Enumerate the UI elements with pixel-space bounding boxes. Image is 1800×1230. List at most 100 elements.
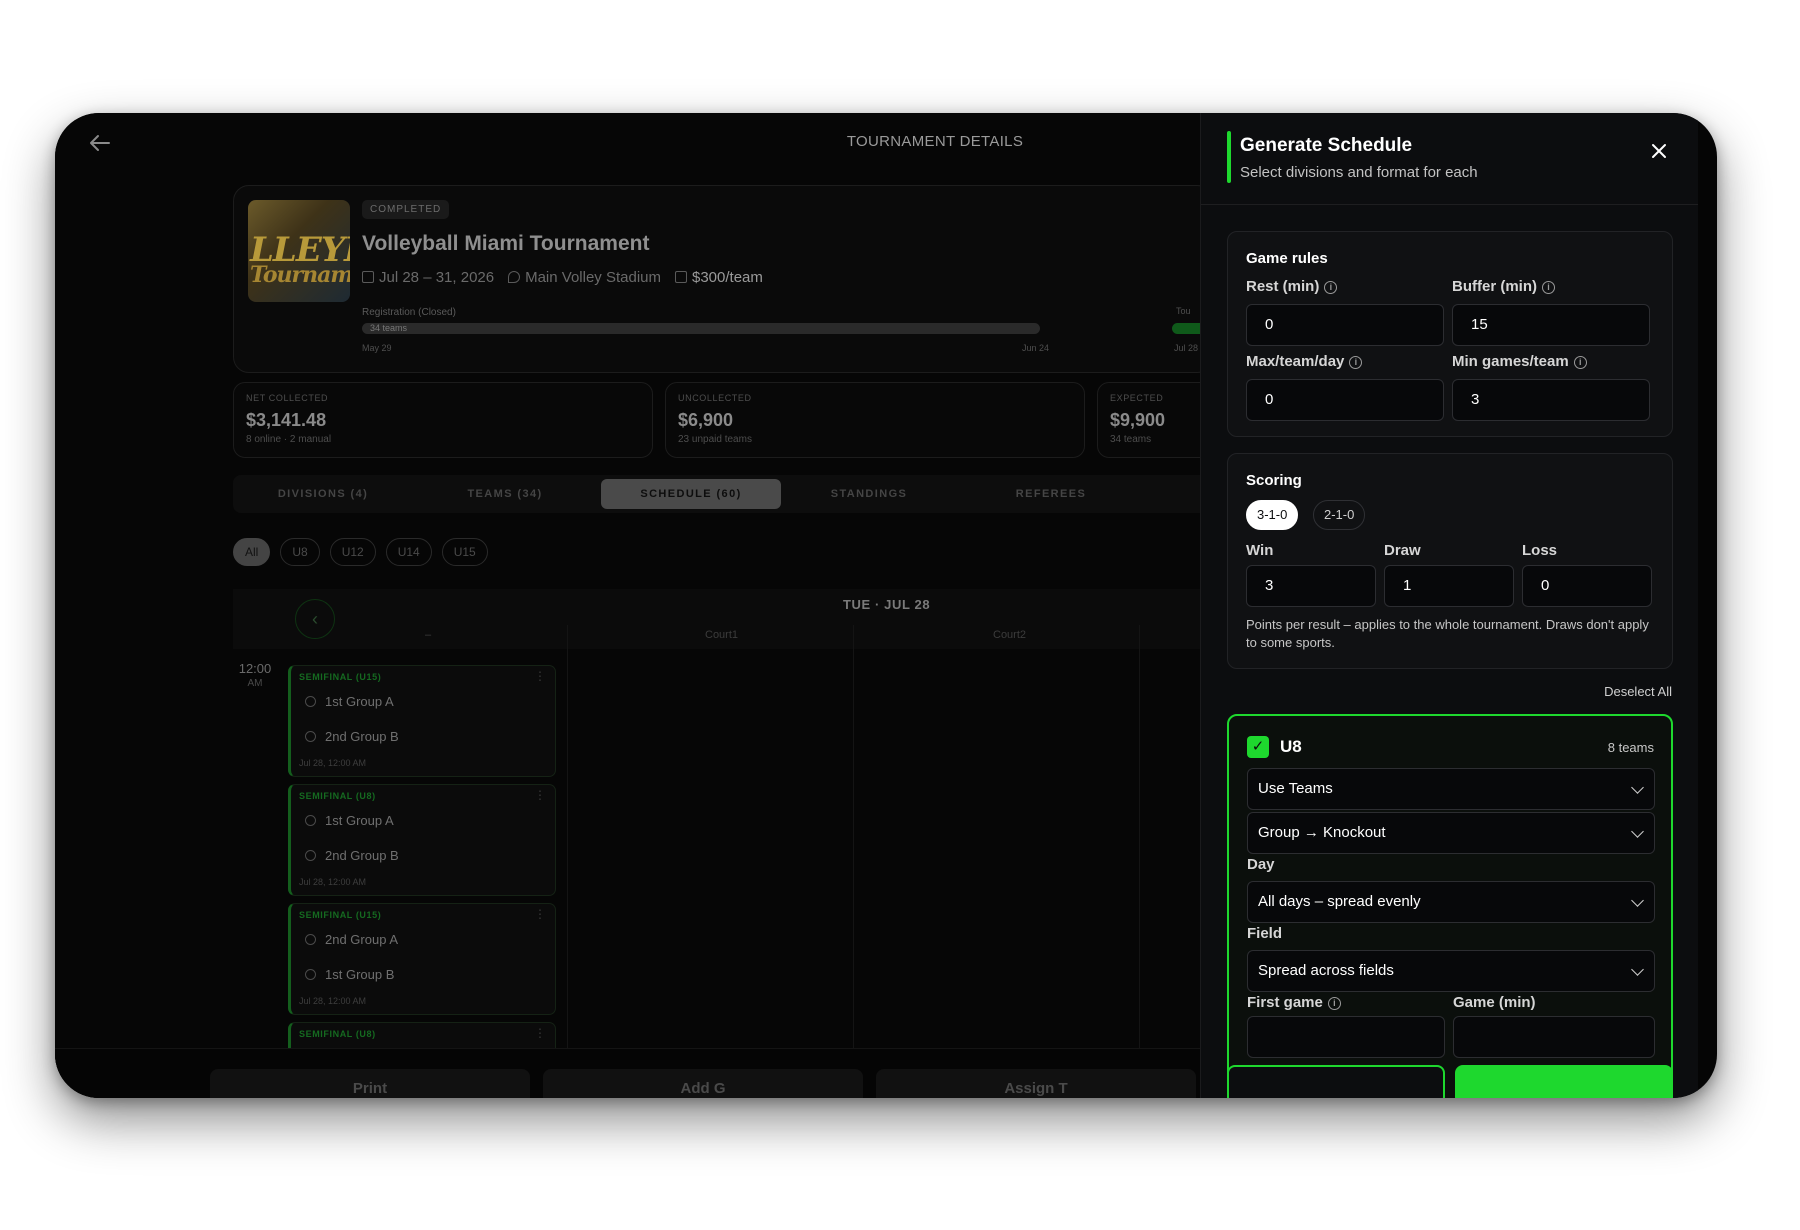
volleyball-icon bbox=[305, 815, 316, 826]
volleyball-icon bbox=[305, 696, 316, 707]
team-name: 1st Group B bbox=[325, 967, 395, 982]
more-options-icon[interactable]: ⋮ bbox=[534, 788, 546, 802]
column-header: – bbox=[425, 629, 432, 641]
chevron-down-icon bbox=[1631, 825, 1644, 838]
chevron-down-icon bbox=[1631, 781, 1644, 794]
page-title: TOURNAMENT DETAILS bbox=[846, 133, 1024, 150]
timeline-date: Jul 28 bbox=[1174, 343, 1199, 353]
rest-label: Rest (min) i bbox=[1246, 278, 1338, 295]
tab-divisions[interactable]: DIVISIONS (4) bbox=[233, 475, 413, 513]
division-filter: All U8 U12 U14 U15 bbox=[233, 538, 488, 566]
app-window: TOURNAMENT DETAILS LLEYBI Tourname COMPL… bbox=[55, 113, 1717, 1098]
win-points-input[interactable]: 3 bbox=[1246, 565, 1376, 607]
win-label: Win bbox=[1246, 542, 1274, 559]
chevron-left-icon: ‹ bbox=[312, 609, 318, 629]
rest-input[interactable]: 0 bbox=[1246, 304, 1444, 346]
time-period: AM bbox=[247, 678, 263, 689]
stat-label: EXPECTED bbox=[1110, 393, 1164, 403]
filter-chip-u14[interactable]: U14 bbox=[385, 538, 432, 566]
division-checkbox[interactable]: ✓ bbox=[1247, 736, 1269, 758]
format-select[interactable]: Group → Knockout bbox=[1247, 812, 1655, 854]
info-icon[interactable]: i bbox=[1542, 281, 1555, 294]
secondary-action-button[interactable] bbox=[1227, 1065, 1445, 1098]
tournament-label: Tou bbox=[1176, 306, 1191, 316]
column-header: Court1 bbox=[705, 629, 739, 641]
tournament-dates: Jul 28 – 31, 2026 bbox=[379, 269, 495, 286]
panel-subtitle: Select divisions and format for each bbox=[1240, 164, 1478, 181]
tab-teams[interactable]: TEAMS (34) bbox=[415, 475, 595, 513]
filter-chip-u8[interactable]: U8 bbox=[280, 538, 320, 566]
draw-points-input[interactable]: 1 bbox=[1384, 565, 1514, 607]
filter-chip-u15[interactable]: U15 bbox=[441, 538, 488, 566]
tournament-name: Volleyball Miami Tournament bbox=[362, 232, 650, 255]
filter-chip-all[interactable]: All bbox=[233, 538, 271, 566]
stat-sub: 34 teams bbox=[1110, 434, 1152, 445]
info-icon[interactable]: i bbox=[1573, 356, 1587, 369]
min-games-team-input[interactable]: 3 bbox=[1452, 379, 1650, 421]
day-select[interactable]: All days – spread evenly bbox=[1247, 881, 1655, 923]
assign-teams-button[interactable]: Assign T bbox=[876, 1069, 1196, 1098]
accent-bar bbox=[1227, 131, 1231, 183]
game-min-label: Game (min) bbox=[1453, 994, 1536, 1011]
loss-label: Loss bbox=[1522, 542, 1558, 559]
team-name: 2nd Group B bbox=[325, 848, 399, 863]
tab-referees[interactable]: REFEREES bbox=[961, 475, 1141, 513]
match-card[interactable]: SEMIFINAL (U8) ⋮ 1st Group A 2nd Group B… bbox=[288, 784, 556, 896]
tab-schedule[interactable]: SCHEDULE (60) bbox=[601, 479, 781, 509]
game-duration-input[interactable] bbox=[1453, 1016, 1655, 1058]
tournament-thumbnail: LLEYBI Tourname bbox=[248, 200, 350, 302]
stat-label: UNCOLLECTED bbox=[678, 393, 752, 403]
loss-points-input[interactable]: 0 bbox=[1522, 565, 1652, 607]
scoring-preset-2-1-0[interactable]: 2-1-0 bbox=[1313, 500, 1366, 530]
team-source-select[interactable]: Use Teams bbox=[1247, 768, 1655, 810]
close-icon bbox=[1652, 144, 1666, 158]
chevron-down-icon bbox=[1631, 963, 1644, 976]
timeline-date: May 29 bbox=[362, 343, 392, 353]
calendar-icon bbox=[362, 271, 374, 283]
filter-chip-u12[interactable]: U12 bbox=[329, 538, 376, 566]
info-icon[interactable]: i bbox=[1349, 356, 1363, 369]
match-card[interactable]: SEMIFINAL (U15) ⋮ 2nd Group A 1st Group … bbox=[288, 903, 556, 1015]
status-badge: COMPLETED bbox=[362, 200, 450, 219]
first-game-input[interactable] bbox=[1247, 1016, 1445, 1058]
match-title: SEMIFINAL (U15) bbox=[299, 910, 382, 920]
column-header: Court2 bbox=[993, 629, 1027, 641]
timeline-date: Jun 24 bbox=[1022, 343, 1050, 353]
match-card[interactable]: SEMIFINAL (U15) ⋮ 1st Group A 2nd Group … bbox=[288, 665, 556, 777]
select-value: All days – spread evenly bbox=[1258, 893, 1421, 910]
match-title: SEMIFINAL (U8) bbox=[299, 1029, 376, 1039]
calendar-date: TUE · JUL 28 bbox=[843, 597, 931, 612]
registration-label: Registration (Closed) bbox=[362, 307, 456, 318]
more-options-icon[interactable]: ⋮ bbox=[534, 669, 546, 683]
min-label: Min games/team i bbox=[1452, 353, 1587, 370]
back-button[interactable] bbox=[79, 127, 119, 159]
buffer-input[interactable]: 15 bbox=[1452, 304, 1650, 346]
close-button[interactable] bbox=[1643, 135, 1675, 167]
info-icon[interactable]: i bbox=[1324, 281, 1338, 294]
buffer-label: Buffer (min) i bbox=[1452, 278, 1555, 295]
more-options-icon[interactable]: ⋮ bbox=[534, 1026, 546, 1040]
generate-button[interactable] bbox=[1455, 1065, 1673, 1098]
max-team-day-input[interactable]: 0 bbox=[1246, 379, 1444, 421]
add-game-button[interactable]: Add G bbox=[543, 1069, 863, 1098]
scoring-section: Scoring 3-1-0 2-1-0 Win Draw Loss 3 1 0 … bbox=[1227, 453, 1673, 669]
stat-label: NET COLLECTED bbox=[246, 393, 329, 403]
stat-net-collected: NET COLLECTED $3,141.48 8 online · 2 man… bbox=[233, 382, 653, 458]
section-title: Scoring bbox=[1246, 472, 1302, 489]
previous-day-button[interactable]: ‹ bbox=[295, 599, 335, 639]
field-select[interactable]: Spread across fields bbox=[1247, 950, 1655, 992]
field-label: First game bbox=[1247, 994, 1323, 1011]
tab-standings[interactable]: STANDINGS bbox=[779, 475, 959, 513]
bottom-action-bar: Print Add G Assign T bbox=[55, 1048, 1200, 1098]
volleyball-icon bbox=[305, 731, 316, 742]
more-options-icon[interactable]: ⋮ bbox=[534, 907, 546, 921]
info-icon[interactable]: i bbox=[1327, 997, 1341, 1010]
deselect-all-link[interactable]: Deselect All bbox=[1604, 684, 1672, 699]
print-button[interactable]: Print bbox=[210, 1069, 530, 1098]
match-time: Jul 28, 12:00 AM bbox=[299, 996, 367, 1006]
scoring-preset-3-1-0[interactable]: 3-1-0 bbox=[1246, 500, 1299, 530]
stat-uncollected: UNCOLLECTED $6,900 23 unpaid teams bbox=[665, 382, 1085, 458]
stat-value: $6,900 bbox=[678, 410, 734, 430]
select-value: Group → Knockout bbox=[1258, 824, 1386, 841]
tournament-details-page: TOURNAMENT DETAILS LLEYBI Tourname COMPL… bbox=[55, 113, 1227, 1098]
